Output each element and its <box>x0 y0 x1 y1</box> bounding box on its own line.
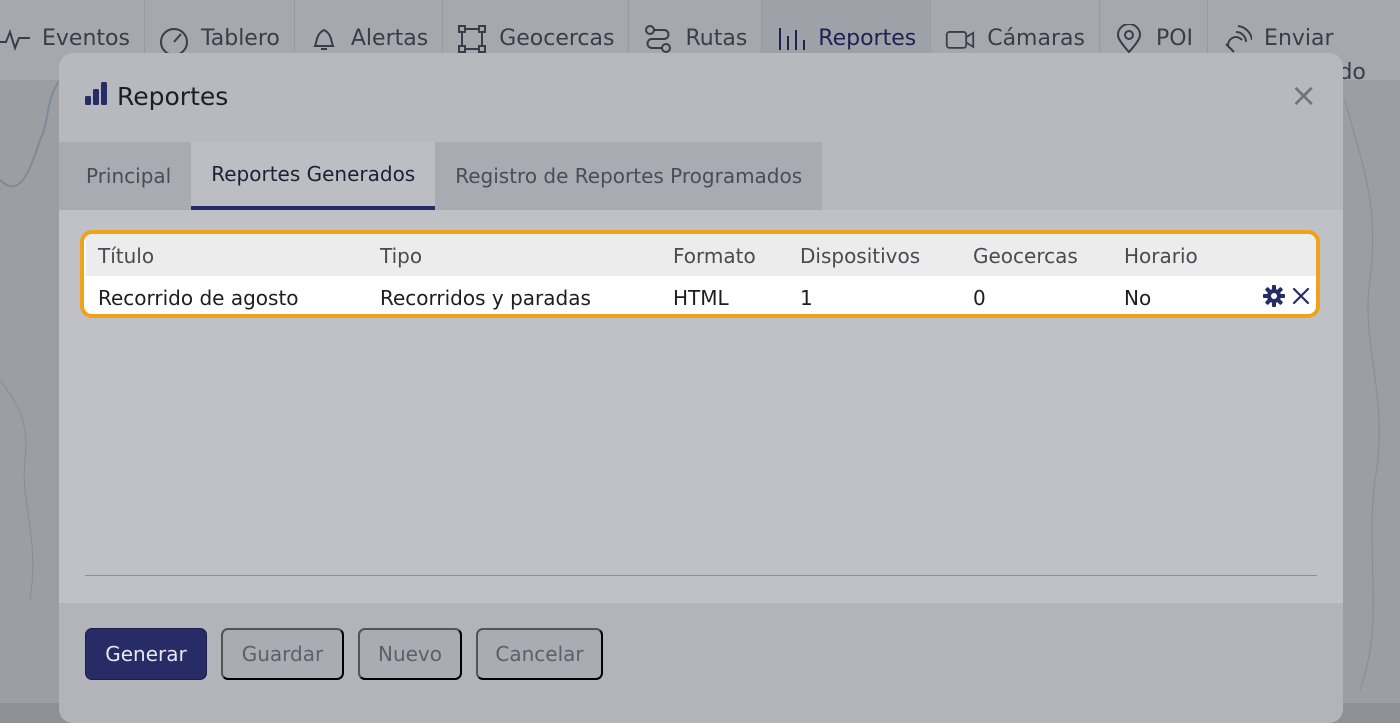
nav-item-label: Cámaras <box>987 26 1085 51</box>
column-header-horario[interactable]: Horario <box>1124 244 1198 268</box>
modal-header: Reportes <box>83 81 228 111</box>
delete-icon[interactable] <box>1290 285 1312 311</box>
nuevo-button[interactable]: Nuevo <box>358 628 462 680</box>
table-row[interactable]: Recorrido de agosto Recorridos y paradas… <box>86 276 1316 314</box>
column-header-dispositivos[interactable]: Dispositivos <box>800 244 920 268</box>
bar-chart-icon <box>83 81 111 111</box>
nav-item-label: Reportes <box>818 26 917 51</box>
route-icon <box>643 22 673 56</box>
nav-item-label: Alertas <box>350 26 429 51</box>
cancelar-button[interactable]: Cancelar <box>476 628 603 680</box>
cell-dispositivos: 1 <box>800 286 813 310</box>
column-header-titulo[interactable]: Título <box>98 244 154 268</box>
cell-tipo: Recorridos y paradas <box>380 286 591 310</box>
close-icon[interactable]: × <box>1290 79 1317 111</box>
tab-content: Título Tipo Formato Dispositivos Geocerc… <box>59 210 1343 603</box>
cell-titulo: Recorrido de agosto <box>98 286 299 310</box>
tab-bar: Principal Reportes Generados Registro de… <box>59 142 823 210</box>
nav-item-label: Rutas <box>685 26 748 51</box>
divider <box>85 575 1317 576</box>
bell-icon <box>309 22 339 56</box>
nav-item-label: POI <box>1155 26 1194 51</box>
table-header: Título Tipo Formato Dispositivos Geocerc… <box>86 234 1316 276</box>
tab-registro-programados[interactable]: Registro de Reportes Programados <box>435 142 823 210</box>
camera-icon <box>945 22 975 56</box>
cell-horario: No <box>1124 286 1152 310</box>
guardar-button[interactable]: Guardar <box>221 628 344 680</box>
cell-geocercas: 0 <box>973 286 986 310</box>
tab-reportes-generados[interactable]: Reportes Generados <box>191 142 436 210</box>
cell-formato: HTML <box>673 286 729 310</box>
column-header-geocercas[interactable]: Geocercas <box>973 244 1078 268</box>
gear-icon[interactable] <box>1262 284 1286 312</box>
reports-table: Título Tipo Formato Dispositivos Geocerc… <box>80 230 1320 318</box>
column-header-tipo[interactable]: Tipo <box>380 244 422 268</box>
column-header-formato[interactable]: Formato <box>673 244 756 268</box>
satellite-icon <box>1222 22 1253 56</box>
tab-principal[interactable]: Principal <box>59 142 192 210</box>
row-actions <box>1262 284 1312 312</box>
modal-title: Reportes <box>117 81 229 111</box>
nav-item-label: Tablero <box>200 26 280 51</box>
generar-button[interactable]: Generar <box>85 628 207 680</box>
gauge-icon <box>159 22 189 56</box>
nav-item-label: Geocercas <box>499 26 615 51</box>
activity-icon <box>0 22 30 56</box>
bar-chart-icon <box>776 22 806 56</box>
map-pin-icon <box>1114 22 1144 56</box>
geofence-icon <box>457 22 487 56</box>
reports-modal: Reportes × Principal Reportes Generados … <box>59 53 1343 723</box>
modal-footer: Generar Guardar Nuevo Cancelar <box>59 603 1343 723</box>
nav-item-label: Eventos <box>42 26 130 51</box>
